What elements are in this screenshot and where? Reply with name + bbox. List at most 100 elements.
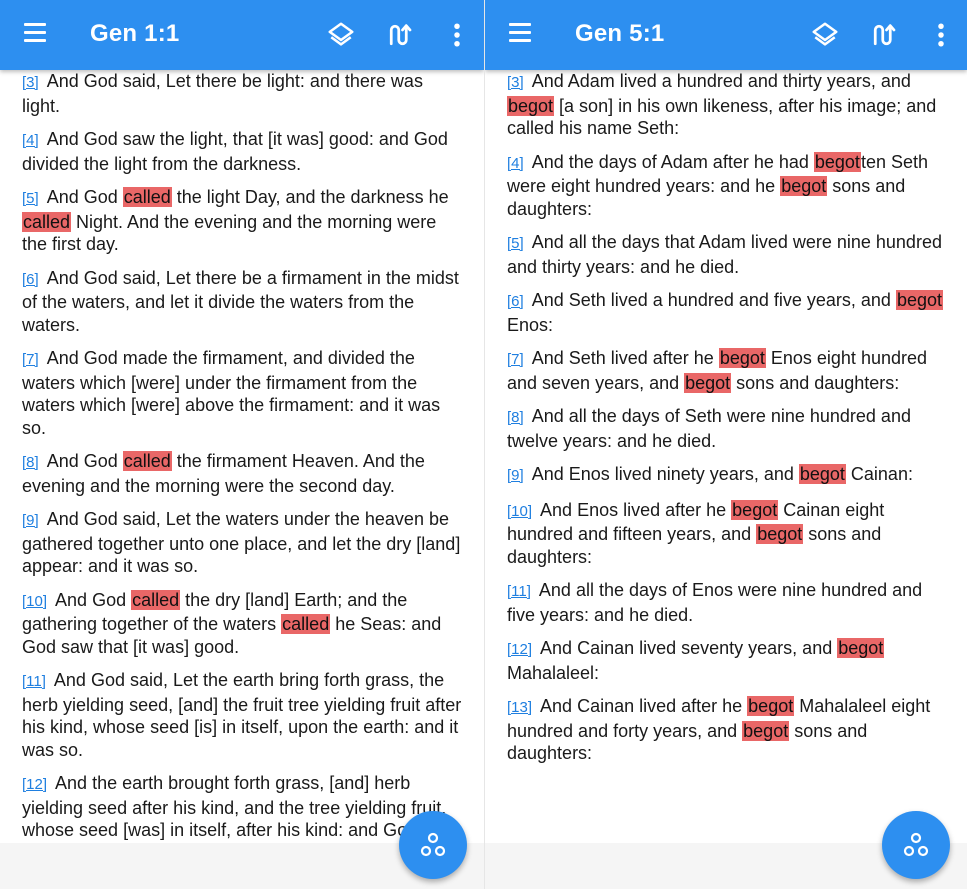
verse-number-link[interactable]: [12] bbox=[22, 776, 47, 793]
verse-number-link[interactable]: [6] bbox=[22, 271, 39, 288]
passage-title[interactable]: Gen 1:1 bbox=[90, 20, 179, 48]
search-highlight: begot bbox=[747, 696, 795, 716]
verse-text: And God said, Let the earth bring forth … bbox=[22, 670, 462, 760]
verse-list: [3] And God said, Let there be light: an… bbox=[0, 70, 484, 843]
app-bar: Gen 1:1 bbox=[0, 0, 484, 70]
search-highlight: begot bbox=[718, 348, 766, 368]
verse-text: And Cainan lived seventy years, and bbox=[536, 638, 838, 658]
verse-number-link[interactable]: [3] bbox=[22, 74, 39, 91]
verse-item: [6] And God said, Let there be a firmame… bbox=[22, 267, 462, 337]
search-highlight: begot bbox=[837, 638, 885, 658]
app-bar: Gen 5:1 bbox=[485, 0, 967, 70]
verse-item: [10] And Enos lived after he begot Caina… bbox=[507, 499, 945, 569]
verse-item: [8] And all the days of Seth were nine h… bbox=[507, 405, 945, 452]
search-highlight: called bbox=[281, 614, 331, 634]
verse-text: And all the days of Enos were nine hundr… bbox=[507, 580, 923, 625]
verse-number-link[interactable]: [5] bbox=[507, 235, 524, 252]
verse-item: [10] And God called the dry [land] Earth… bbox=[22, 589, 462, 659]
verse-text: And all the days that Adam lived were ni… bbox=[507, 232, 942, 277]
verse-number-link[interactable]: [11] bbox=[22, 673, 46, 690]
verse-number-link[interactable]: [10] bbox=[507, 503, 532, 520]
verse-number-link[interactable]: [4] bbox=[22, 132, 39, 149]
verse-text: And Cainan lived after he bbox=[536, 696, 748, 716]
verse-number-link[interactable]: [7] bbox=[507, 351, 524, 368]
verse-number-link[interactable]: [5] bbox=[22, 190, 39, 207]
search-highlight: called bbox=[131, 589, 181, 610]
bubble-chart-icon[interactable] bbox=[882, 811, 950, 879]
search-highlight: called bbox=[122, 451, 172, 471]
verse-number-link[interactable]: [6] bbox=[507, 293, 524, 310]
verse-text: Night. And the evening and the morning w… bbox=[22, 211, 437, 255]
verse-item: [4] And God saw the light, that [it was]… bbox=[22, 128, 462, 175]
verse-item: [13] And Cainan lived after he begot Mah… bbox=[507, 695, 945, 765]
verse-number-link[interactable]: [9] bbox=[22, 512, 39, 529]
parallel-sync-icon[interactable] bbox=[385, 20, 415, 50]
verse-text: And the days of Adam after he had bbox=[527, 151, 814, 172]
more-vert-icon[interactable] bbox=[442, 20, 472, 50]
bubble-chart-icon[interactable] bbox=[399, 811, 467, 879]
verse-number-link[interactable]: [12] bbox=[507, 641, 532, 658]
verse-text: [a son] in his own likeness, after his i… bbox=[507, 95, 937, 139]
verse-item: [4] And the days of Adam after he had be… bbox=[507, 151, 945, 221]
verse-text: Enos: bbox=[507, 314, 554, 335]
search-highlight: called bbox=[122, 187, 172, 207]
search-highlight: begot bbox=[507, 95, 555, 116]
search-highlight: begot bbox=[798, 464, 846, 484]
layers-icon[interactable] bbox=[810, 20, 840, 50]
verse-text: the light Day, and the darkness he bbox=[171, 187, 449, 207]
verse-item: [6] And Seth lived a hundred and five ye… bbox=[507, 289, 945, 336]
verse-item: [5] And God called the light Day, and th… bbox=[22, 186, 462, 256]
passage-title[interactable]: Gen 5:1 bbox=[575, 20, 664, 48]
verse-text: And Enos lived after he bbox=[536, 499, 732, 520]
right-pane: Gen 5:1 [3] And Adam lived a hundred and… bbox=[484, 0, 967, 889]
verse-text: And God said, Let there be light: and th… bbox=[22, 71, 423, 116]
verse-item: [7] And God made the firmament, and divi… bbox=[22, 347, 462, 439]
verse-item: [7] And Seth lived after he begot Enos e… bbox=[507, 347, 945, 394]
verse-number-link[interactable]: [3] bbox=[507, 74, 524, 91]
search-highlight: begot bbox=[756, 524, 804, 544]
verse-text: And the earth brought forth grass, [and]… bbox=[22, 773, 454, 843]
verse-item: [11] And all the days of Enos were nine … bbox=[507, 579, 945, 626]
verse-number-link[interactable]: [10] bbox=[22, 593, 47, 610]
more-vert-icon[interactable] bbox=[926, 20, 956, 50]
verse-item: [12] And Cainan lived seventy years, and… bbox=[507, 637, 945, 684]
hamburger-menu-icon[interactable] bbox=[24, 23, 46, 47]
verse-item: [3] And Adam lived a hundred and thirty … bbox=[507, 70, 945, 140]
verse-number-link[interactable]: [8] bbox=[22, 454, 39, 471]
verse-text: And God said, Let the waters under the h… bbox=[22, 509, 461, 576]
verse-number-link[interactable]: [7] bbox=[22, 351, 39, 368]
search-highlight: begot bbox=[813, 151, 861, 172]
verse-text: Cainan: bbox=[845, 464, 913, 484]
verse-text: And Enos lived ninety years, and bbox=[527, 464, 799, 484]
verse-list: [3] And Adam lived a hundred and thirty … bbox=[485, 70, 967, 843]
verse-number-link[interactable]: [4] bbox=[507, 155, 524, 172]
verse-text: And all the days of Seth were nine hundr… bbox=[507, 406, 911, 451]
verse-text: And Adam lived a hundred and thirty year… bbox=[527, 71, 911, 91]
verse-text: And God saw the light, that [it was] goo… bbox=[22, 129, 448, 174]
search-highlight: begot bbox=[895, 290, 943, 310]
verse-text: And Seth lived a hundred and five years,… bbox=[527, 290, 896, 310]
search-highlight: begot bbox=[780, 176, 828, 196]
parallel-sync-icon[interactable] bbox=[869, 20, 899, 50]
verse-number-link[interactable]: [11] bbox=[507, 583, 531, 600]
verse-text: And God bbox=[51, 589, 132, 610]
search-highlight: begot bbox=[742, 720, 790, 741]
verse-item: [11] And God said, Let the earth bring f… bbox=[22, 669, 462, 761]
verse-text: And God made the firmament, and divided … bbox=[22, 348, 441, 438]
verse-text: And God bbox=[42, 451, 123, 471]
search-highlight: begot bbox=[684, 372, 732, 393]
verse-text: And God said, Let there be a firmament i… bbox=[22, 267, 459, 335]
verse-item: [5] And all the days that Adam lived wer… bbox=[507, 231, 945, 278]
verse-number-link[interactable]: [8] bbox=[507, 409, 524, 426]
verse-text: Mahalaleel: bbox=[507, 662, 600, 683]
search-highlight: called bbox=[22, 211, 72, 232]
verse-item: [9] And God said, Let the waters under t… bbox=[22, 508, 462, 578]
verse-text: And God bbox=[42, 187, 123, 207]
verse-number-link[interactable]: [9] bbox=[507, 467, 524, 484]
layers-icon[interactable] bbox=[326, 20, 356, 50]
verse-item: [3] And God said, Let there be light: an… bbox=[22, 70, 462, 117]
verse-number-link[interactable]: [13] bbox=[507, 699, 532, 716]
verse-item: [9] And Enos lived ninety years, and beg… bbox=[507, 463, 945, 488]
verse-item: [12] And the earth brought forth grass, … bbox=[22, 772, 462, 843]
hamburger-menu-icon[interactable] bbox=[509, 23, 531, 47]
